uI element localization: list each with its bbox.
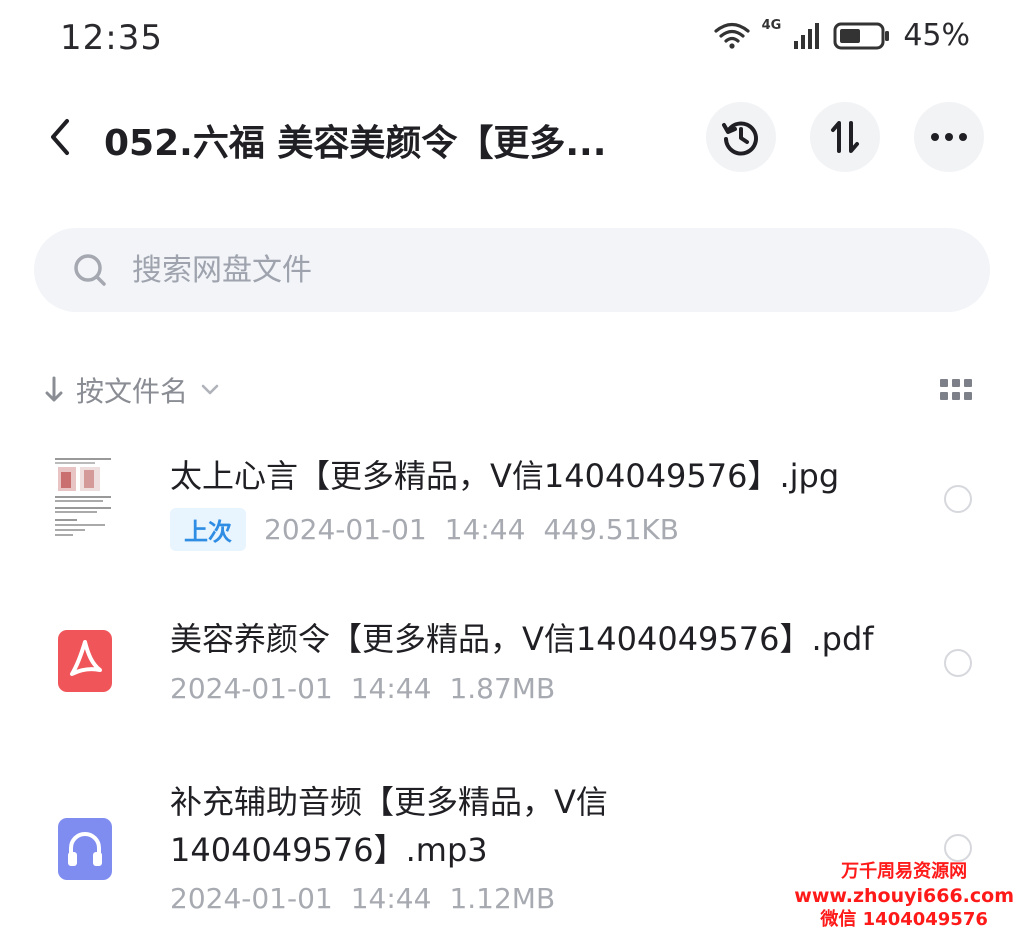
status-icons: 4G 45%: [713, 18, 970, 53]
file-size: 1.12MB: [449, 882, 556, 915]
signal-icon: [794, 22, 820, 49]
status-time: 12:35: [60, 18, 163, 58]
watermark-url: www.zhouyi666.com: [794, 885, 1014, 907]
file-time: 14:44: [350, 882, 432, 915]
network-type-label: 4G: [761, 18, 782, 33]
history-button[interactable]: [706, 102, 776, 172]
grid-view-icon[interactable]: [940, 379, 972, 401]
battery-icon: [833, 22, 890, 49]
file-date: 2024-01-01: [170, 882, 333, 915]
page-title: 052.六福 美容美颜令【更多...: [104, 123, 607, 164]
chevron-down-icon: [201, 384, 219, 395]
image-thumbnail: [52, 456, 114, 538]
pdf-icon: [58, 630, 112, 692]
history-icon: [722, 121, 758, 156]
sort-arrows-icon: [831, 121, 859, 153]
file-meta: 上次 2024-01-01 14:44 449.51KB: [170, 508, 679, 551]
recent-badge: 上次: [170, 508, 246, 551]
watermark-site-name: 万千周易资源网: [841, 861, 968, 882]
select-radio[interactable]: [944, 834, 972, 862]
sort-label: 按文件名: [76, 375, 189, 408]
sort-order-button[interactable]: [810, 102, 880, 172]
more-button[interactable]: [914, 102, 984, 172]
audio-icon: [58, 818, 112, 880]
arrow-down-icon: [45, 376, 63, 402]
more-dots-icon: [931, 133, 967, 141]
battery-percent: 45%: [903, 18, 970, 53]
file-name-line1: 补充辅助音频【更多精品，V信: [170, 783, 608, 821]
search-icon: [70, 250, 110, 290]
watermark-contact: 微信 1404049576: [820, 909, 988, 930]
file-name: 太上心言【更多精品，V信1404049576】.jpg: [170, 457, 840, 495]
search-input[interactable]: [130, 251, 894, 289]
file-time: 14:44: [350, 672, 432, 705]
file-size: 449.51KB: [543, 513, 679, 546]
select-radio[interactable]: [944, 485, 972, 513]
back-arrow-icon: [51, 119, 69, 155]
file-meta: 2024-01-01 14:44 1.87MB: [170, 672, 555, 705]
search-bar[interactable]: [34, 228, 990, 312]
file-date: 2024-01-01: [264, 513, 427, 546]
back-button[interactable]: [40, 112, 80, 162]
file-meta: 2024-01-01 14:44 1.12MB: [170, 882, 555, 915]
sort-selector[interactable]: 按文件名: [44, 370, 220, 410]
wifi-icon: [713, 22, 750, 49]
file-size: 1.87MB: [449, 672, 556, 705]
watermark: 万千周易资源网 www.zhouyi666.com 微信 1404049576: [794, 860, 1014, 932]
select-radio[interactable]: [944, 649, 972, 677]
file-name: 美容养颜令【更多精品，V信1404049576】.pdf: [170, 620, 874, 658]
file-time: 14:44: [444, 513, 526, 546]
file-date: 2024-01-01: [170, 672, 333, 705]
